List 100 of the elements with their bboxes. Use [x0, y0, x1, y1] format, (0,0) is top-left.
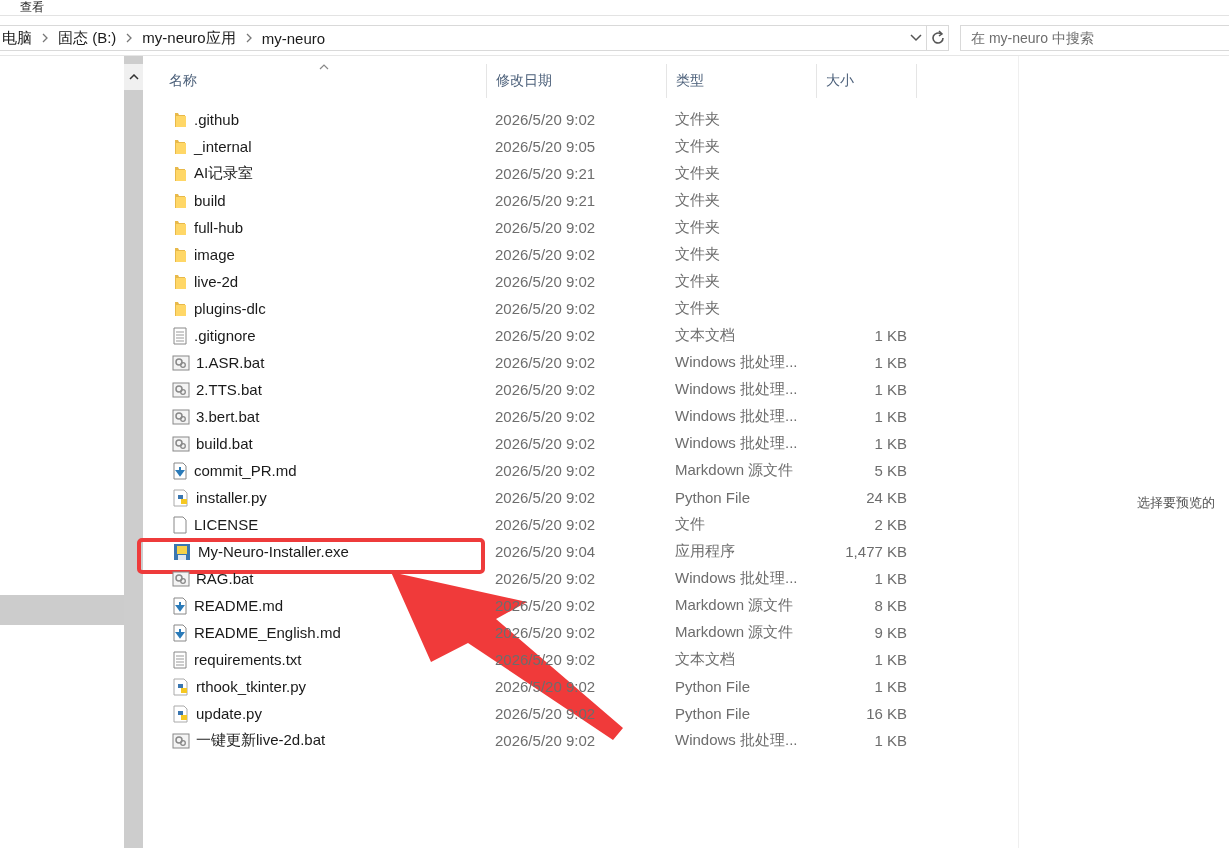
preview-message: 选择要预览的 [1137, 494, 1215, 512]
view-menu[interactable]: 查看 [20, 0, 44, 14]
chevron-right-icon [245, 33, 252, 43]
file-name[interactable]: plugins-dlc [194, 300, 266, 317]
file-name[interactable]: live-2d [194, 273, 239, 290]
chevron-down-icon [910, 34, 922, 42]
modified-date: 2026/5/20 9:02 [494, 354, 597, 371]
installer-icon [172, 541, 192, 562]
folder-icon [172, 111, 188, 128]
file-type: Python File [674, 678, 752, 695]
file-name[interactable]: README_English.md [194, 624, 341, 641]
address-bar[interactable]: 电脑 固态 (B:) my-neuro应用 my-neuro [0, 25, 927, 51]
file-size: 1 KB [873, 435, 908, 452]
file-name[interactable]: build [194, 192, 226, 209]
python-file-icon [172, 488, 190, 507]
modified-date: 2026/5/20 9:05 [494, 138, 597, 155]
file-size: 1 KB [873, 408, 908, 425]
file-name[interactable]: 一键更新live-2d.bat [196, 731, 326, 750]
file-name[interactable]: README.md [194, 597, 284, 614]
chevron-right-icon [42, 33, 48, 43]
download-document-icon [172, 623, 188, 642]
file-type: 文件夹 [674, 299, 721, 318]
refresh-button[interactable] [927, 25, 949, 51]
file-size: 24 KB [865, 489, 908, 506]
breadcrumb-item[interactable]: my-neuro应用 [140, 28, 238, 48]
file-size: 1,477 KB [844, 543, 908, 560]
file-type: Windows 批处理... [674, 380, 799, 399]
file-size: 16 KB [865, 705, 908, 722]
file-size: 1 KB [873, 381, 908, 398]
modified-date: 2026/5/20 9:21 [494, 165, 597, 182]
gears-icon [172, 570, 190, 587]
folder-icon [172, 273, 188, 290]
file-name[interactable]: _internal [194, 138, 252, 155]
file-name[interactable]: rthook_tkinter.py [196, 678, 307, 695]
file-type: Windows 批处理... [674, 434, 799, 453]
modified-date: 2026/5/20 9:21 [494, 192, 597, 209]
scroll-up-button[interactable] [124, 64, 143, 90]
download-document-icon [172, 461, 188, 480]
document-icon [172, 650, 188, 669]
file-name[interactable]: installer.py [196, 489, 267, 506]
breadcrumb-item[interactable]: my-neuro [259, 29, 328, 47]
file-name[interactable]: build.bat [196, 435, 253, 452]
scrollbar[interactable] [124, 56, 143, 848]
file-type: 文件夹 [674, 245, 721, 264]
file-size: 5 KB [873, 462, 908, 479]
file-type: 文件夹 [674, 137, 721, 156]
file-size: 1 KB [873, 354, 908, 371]
modified-date: 2026/5/20 9:02 [494, 489, 597, 506]
file-name[interactable]: AI记录室 [194, 164, 254, 183]
breadcrumb-item[interactable]: 电脑 [0, 28, 34, 48]
file-name[interactable]: RAG.bat [196, 570, 254, 587]
column-header[interactable]: 类型 [667, 64, 817, 98]
modified-date: 2026/5/20 9:02 [494, 246, 597, 263]
modified-date: 2026/5/20 9:02 [494, 570, 597, 587]
file-name[interactable]: image [194, 246, 235, 263]
file-type: Python File [674, 705, 752, 722]
chevron-right-icon [126, 33, 133, 43]
folder-icon [172, 192, 188, 209]
file-size: 1 KB [873, 678, 908, 695]
file-type: 文本文档 [674, 650, 736, 669]
modified-date: 2026/5/20 9:02 [494, 381, 597, 398]
file-name[interactable]: LICENSE [194, 516, 259, 533]
file-type: Windows 批处理... [674, 569, 799, 588]
file-type: 文件夹 [674, 110, 721, 129]
file-type: 文件夹 [674, 191, 721, 210]
file-name[interactable]: commit_PR.md [194, 462, 297, 479]
file-name[interactable]: requirements.txt [194, 651, 302, 668]
file-name[interactable]: My-Neuro-Installer.exe [198, 543, 349, 560]
file-type: Markdown 源文件 [674, 461, 795, 480]
file-name[interactable]: .gitignore [194, 327, 256, 344]
modified-date: 2026/5/20 9:02 [494, 435, 597, 452]
sort-caret-icon [319, 64, 329, 70]
file-name[interactable]: 1.ASR.bat [196, 354, 265, 371]
file-type: Markdown 源文件 [674, 623, 795, 642]
blank-file-icon [172, 515, 188, 534]
modified-date: 2026/5/20 9:02 [494, 732, 597, 749]
file-type: 文件 [674, 515, 706, 534]
gears-icon [172, 354, 190, 371]
column-header[interactable]: 名称 [143, 64, 487, 98]
file-type: 应用程序 [674, 542, 736, 561]
modified-date: 2026/5/20 9:02 [494, 300, 597, 317]
file-name[interactable]: 2.TTS.bat [196, 381, 262, 398]
modified-date: 2026/5/20 9:02 [494, 111, 597, 128]
folder-icon [172, 219, 188, 236]
modified-date: 2026/5/20 9:02 [494, 327, 597, 344]
column-header[interactable]: 大小 [817, 64, 917, 98]
file-name[interactable]: .github [194, 111, 240, 128]
file-name[interactable]: full-hub [194, 219, 244, 236]
modified-date: 2026/5/20 9:02 [494, 516, 597, 533]
download-document-icon [172, 596, 188, 615]
gears-icon [172, 381, 190, 398]
document-icon [172, 326, 188, 345]
file-name[interactable]: 3.bert.bat [196, 408, 260, 425]
file-name[interactable]: update.py [196, 705, 262, 722]
file-type: 文件夹 [674, 218, 721, 237]
search-field[interactable]: 在 my-neuro 中搜索 [960, 25, 1229, 51]
breadcrumb-item[interactable]: 固态 (B:) [56, 28, 119, 48]
gears-icon [172, 435, 190, 452]
column-header[interactable]: 修改日期 [487, 64, 667, 98]
file-type: Python File [674, 489, 752, 506]
